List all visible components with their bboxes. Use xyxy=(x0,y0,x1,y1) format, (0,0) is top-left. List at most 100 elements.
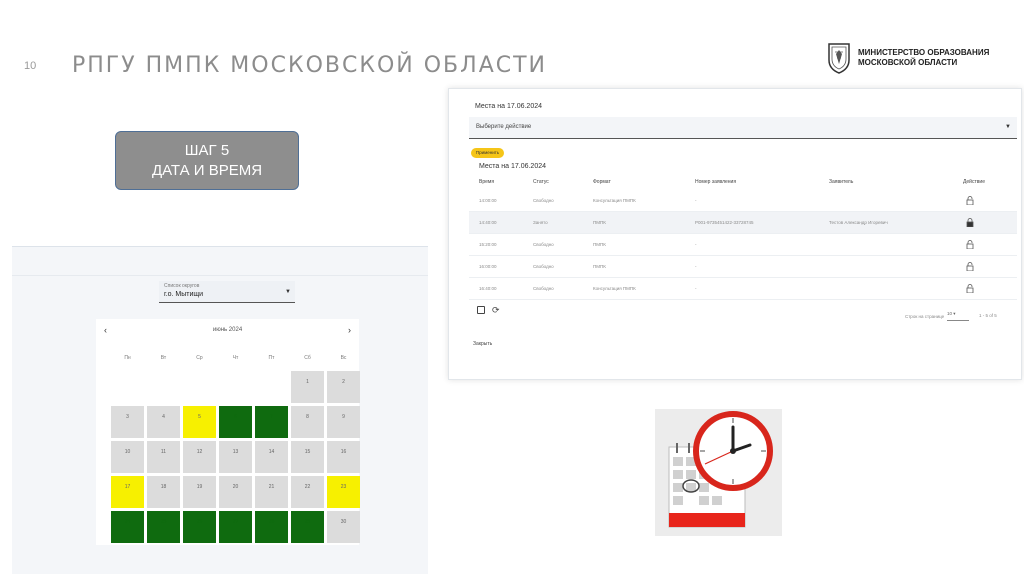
rows-per-page-value: 10 xyxy=(947,311,953,316)
apply-button[interactable]: Применить xyxy=(471,148,504,158)
lock-open-icon[interactable] xyxy=(966,284,974,293)
calendar-day-green[interactable]: 7 xyxy=(255,406,288,438)
district-select[interactable]: Список округов г.о. Мытищи ▼ xyxy=(159,281,295,303)
table-cell-format: Консультация ПМПК xyxy=(593,198,636,203)
ministry-name-line2: МОСКОВСКОЙ ОБЛАСТИ xyxy=(858,58,958,67)
calendar-day-green[interactable]: 6 xyxy=(219,406,252,438)
table-cell-number: - xyxy=(695,198,697,203)
table-cell-number: - xyxy=(695,264,697,269)
district-select-value: г.о. Мытищи xyxy=(164,291,204,298)
calendar-day-gray[interactable]: 10 xyxy=(111,441,144,473)
ministry-name-line1: МИНИСТЕРСТВО ОБРАЗОВАНИЯ xyxy=(858,48,990,57)
calendar-day-gray[interactable]: 8 xyxy=(291,406,324,438)
table-header-cell: Время xyxy=(479,179,495,185)
table-row[interactable]: 14:00:00 Свободно Консультация ПМПК - xyxy=(469,190,1017,212)
table-header-cell: Формат xyxy=(593,179,611,185)
weekday-label: Сб xyxy=(304,355,311,361)
table-row[interactable]: 16:40:00 Свободно Консультация ПМПК - xyxy=(469,278,1017,300)
close-button[interactable]: Закрыть xyxy=(473,341,492,347)
table-cell-time: 16:00:00 xyxy=(479,264,497,269)
table-cell-number: - xyxy=(695,242,697,247)
calendar-day-gray[interactable]: 9 xyxy=(327,406,360,438)
table-header-cell: Статус xyxy=(533,179,549,185)
refresh-icon[interactable]: ⟳ xyxy=(492,305,500,316)
calendar-day-gray[interactable]: 19 xyxy=(183,476,216,508)
weekday-label: Чт xyxy=(232,355,239,361)
lock-open-icon[interactable] xyxy=(966,262,974,271)
ministry-logo: МИНИСТЕРСТВО ОБРАЗОВАНИЯ МОСКОВСКОЙ ОБЛА… xyxy=(826,42,989,74)
table-row[interactable]: 14:40:00 Занято ПМПК P001-9735451422-337287… xyxy=(469,212,1017,234)
table-cell-status: Свободно xyxy=(533,198,554,203)
calendar-day-gray[interactable]: 30 xyxy=(327,511,360,543)
calendar-day-gray[interactable]: 3 xyxy=(111,406,144,438)
calendar-day-gray[interactable]: 22 xyxy=(291,476,324,508)
page-number: 10 xyxy=(24,60,37,72)
table-row[interactable]: 16:00:00 Свободно ПМПК - xyxy=(469,256,1017,278)
table-cell-time: 14:00:00 xyxy=(479,198,497,203)
table-header-cell: Заявитель xyxy=(829,179,854,185)
calendar-day-green[interactable]: 28 xyxy=(255,511,288,543)
calendar-day-green[interactable]: 26 xyxy=(183,511,216,543)
calendar-day-gray[interactable]: 15 xyxy=(291,441,324,473)
calendar-day-gray[interactable]: 1 xyxy=(291,371,324,403)
calendar-day-green[interactable]: 27 xyxy=(219,511,252,543)
calendar-day-yellow[interactable]: 17 xyxy=(111,476,144,508)
calendar-day-green[interactable]: 29 xyxy=(291,511,324,543)
calendar-day-gray[interactable]: 2 xyxy=(327,371,360,403)
table-cell-time: 16:40:00 xyxy=(479,286,497,291)
calendar-day-gray[interactable]: 20 xyxy=(219,476,252,508)
table-cell-number: - xyxy=(695,286,697,291)
calendar-screenshot: Список округов г.о. Мытищи ▼ ‹ июнь 2024… xyxy=(12,246,428,574)
places-table-screenshot: Места на 17.06.2024 Выберите действие ▼ … xyxy=(448,88,1022,380)
step-number: ШАГ 5 xyxy=(184,142,230,159)
clock-icon xyxy=(693,411,773,491)
calendar-day-gray[interactable]: 13 xyxy=(219,441,252,473)
lock-open-icon[interactable] xyxy=(966,196,974,205)
calendar-day-gray[interactable]: 11 xyxy=(147,441,180,473)
calendar-clock-illustration xyxy=(655,409,782,536)
lock-closed-icon[interactable] xyxy=(966,218,974,227)
slide: 10 РПГУ ПМПК МОСКОВСКОЙ ОБЛАСТИ МИНИСТЕР… xyxy=(0,0,1024,574)
weekday-label: Вт xyxy=(160,355,167,361)
slide-title: РПГУ ПМПК МОСКОВСКОЙ ОБЛАСТИ xyxy=(72,53,547,78)
calendar-day-gray[interactable]: 4 xyxy=(147,406,180,438)
table-cell-number: P001-9735451422-33728745 xyxy=(695,220,754,225)
table-cell-status: Свободно xyxy=(533,242,554,247)
action-select[interactable]: Выберите действие ▼ xyxy=(469,117,1017,139)
save-icon[interactable] xyxy=(477,306,485,314)
rows-per-page-label: Строк на странице xyxy=(905,314,945,319)
weekday-label: Пт xyxy=(268,355,275,361)
table-cell-applicant: Тестов Александр Игоревич xyxy=(829,220,888,225)
table-cell-format: ПМПК xyxy=(593,220,606,225)
caret-down-icon: ▼ xyxy=(285,289,291,295)
calendar-day-gray[interactable]: 21 xyxy=(255,476,288,508)
places-subtitle: Места на 17.06.2024 xyxy=(479,163,547,170)
step-label-box: ШАГ 5 ДАТА И ВРЕМЯ xyxy=(115,131,299,190)
pagination-range: 1 - 5 of 5 xyxy=(979,313,997,318)
table-cell-format: ПМПК xyxy=(593,242,606,247)
lock-open-icon[interactable] xyxy=(966,240,974,249)
places-title: Места на 17.06.2024 xyxy=(475,103,543,110)
calendar-day-yellow[interactable]: 23 xyxy=(327,476,360,508)
calendar-day-gray[interactable]: 14 xyxy=(255,441,288,473)
table-header-cell: Действие xyxy=(963,179,985,185)
table-cell-time: 14:40:00 xyxy=(479,220,497,225)
table-row[interactable]: 15:20:00 Свободно ПМПК - xyxy=(469,234,1017,256)
weekday-row: Пн Вт Ср Чт Пт Сб Вс xyxy=(96,355,359,365)
weekday-label: Ср xyxy=(196,355,203,361)
calendar-day-green[interactable]: 25 xyxy=(147,511,180,543)
caret-down-icon: ▼ xyxy=(1005,124,1011,130)
calendar-day-gray[interactable]: 18 xyxy=(147,476,180,508)
calendar-header: ‹ июнь 2024 › xyxy=(96,319,359,343)
calendar-day-gray[interactable]: 12 xyxy=(183,441,216,473)
calendar-day-gray[interactable]: 16 xyxy=(327,441,360,473)
table-cell-format: Консультация ПМПК xyxy=(593,286,636,291)
table-cell-time: 15:20:00 xyxy=(479,242,497,247)
calendar-day-green[interactable]: 24 xyxy=(111,511,144,543)
calendar-month-label: июнь 2024 xyxy=(212,327,243,333)
next-month-chevron-icon[interactable]: › xyxy=(348,325,351,335)
table-cell-status: Занято xyxy=(533,220,548,225)
rows-per-page-select[interactable]: 10 ▾ xyxy=(947,311,969,321)
step-name: ДАТА И ВРЕМЯ xyxy=(151,162,263,179)
calendar-day-yellow[interactable]: 5 xyxy=(183,406,216,438)
